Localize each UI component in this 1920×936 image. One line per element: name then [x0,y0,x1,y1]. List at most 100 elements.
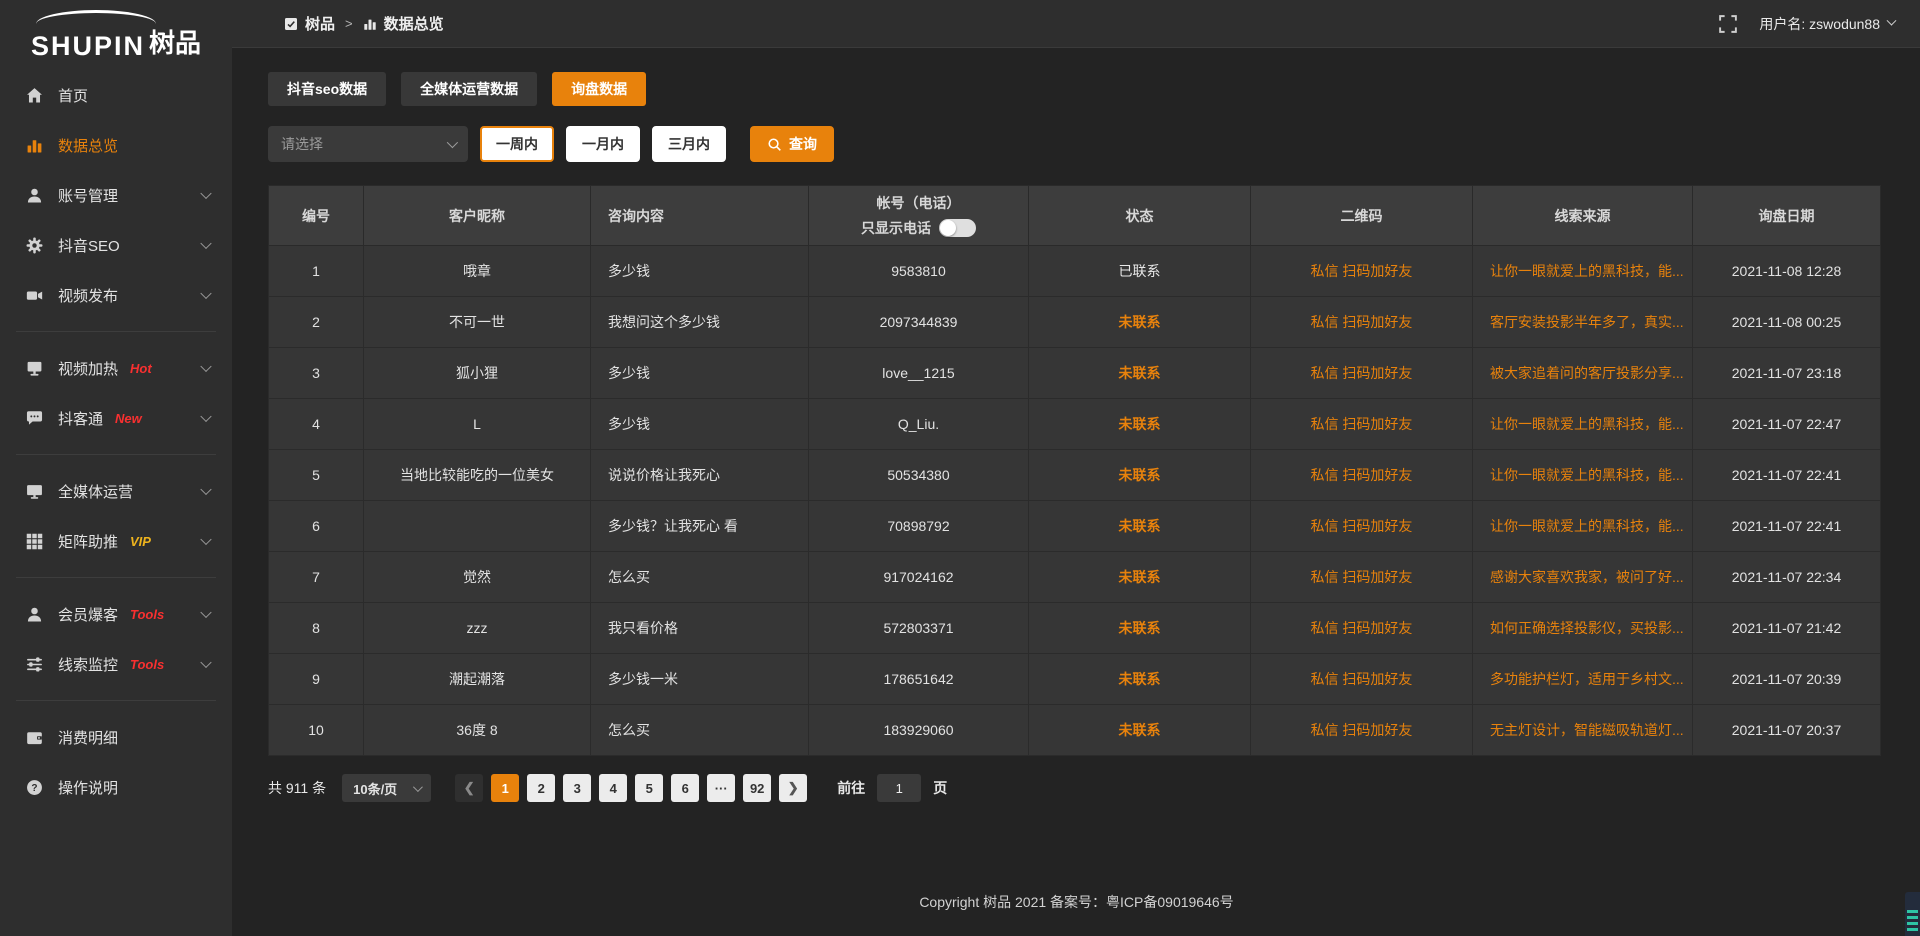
cell-qr-link[interactable]: 私信 扫码加好友 [1251,552,1473,603]
cell-source-link[interactable]: 客厅安装投影半年多了，真实... [1473,297,1693,348]
cell-nickname: 狐小狸 [364,348,591,399]
sidebar-item-label: 矩阵助推 [58,531,118,552]
topbar-right: 用户名: zswodun88 [1719,14,1895,34]
filter-select[interactable]: 请选择 [268,126,468,162]
sidebar-item-matrix-boost[interactable]: 矩阵助推 VIP [0,516,232,566]
cell-status: 未联系 [1029,348,1251,399]
cell-qr-link[interactable]: 私信 扫码加好友 [1251,654,1473,705]
sliders-icon [26,656,43,673]
tab-douyin-seo-data[interactable]: 抖音seo数据 [268,72,386,106]
next-page-button[interactable]: ❯ [779,774,807,802]
cell-qr-link[interactable]: 私信 扫码加好友 [1251,297,1473,348]
cell-source-link[interactable]: 感谢大家喜欢我家，被问了好... [1473,552,1693,603]
page-size-select[interactable]: 10条/页 [342,774,431,802]
sidebar-item-label: 首页 [58,85,88,106]
cell-qr-link[interactable]: 私信 扫码加好友 [1251,603,1473,654]
vip-badge: VIP [130,534,151,549]
sidebar-item-home[interactable]: 首页 [0,70,232,120]
date-range-button[interactable]: 三月内 [652,126,726,162]
user-menu[interactable]: 用户名: zswodun88 [1759,14,1895,34]
cell-content: 说说价格让我死心 [591,450,809,501]
sidebar-item-label: 抖音SEO [58,235,120,256]
table-row: 10 36度 8 怎么买 183929060 未联系 私信 扫码加好友 无主灯设… [269,705,1881,756]
page-button[interactable]: 6 [671,774,699,802]
logo-text-en: SHUPIN [31,33,145,60]
cell-date: 2021-11-07 23:18 [1693,348,1881,399]
sidebar-item-label: 账号管理 [58,185,118,206]
sidebar-item-douketong[interactable]: 抖客通 New [0,393,232,443]
prev-page-button[interactable]: ❮ [455,774,483,802]
cell-date: 2021-11-07 22:34 [1693,552,1881,603]
cell-source-link[interactable]: 如何正确选择投影仪，买投影... [1473,603,1693,654]
date-range-button[interactable]: 一月内 [566,126,640,162]
cell-qr-link[interactable]: 私信 扫码加好友 [1251,246,1473,297]
cell-status: 未联系 [1029,297,1251,348]
col-header-account-title: 帐号（电话） [809,193,1028,213]
cell-content: 怎么买 [591,705,809,756]
cell-source-link[interactable]: 让你一眼就爱上的黑科技，能... [1473,246,1693,297]
cell-source-link[interactable]: 多功能护栏灯，适用于乡村文... [1473,654,1693,705]
cell-qr-link[interactable]: 私信 扫码加好友 [1251,501,1473,552]
cell-no: 1 [269,246,364,297]
cell-nickname: 36度 8 [364,705,591,756]
cell-source-link[interactable]: 让你一眼就爱上的黑科技，能... [1473,450,1693,501]
table-row: 5 当地比较能吃的一位美女 说说价格让我死心 50534380 未联系 私信 扫… [269,450,1881,501]
chevron-down-icon [447,137,458,148]
grid-icon [26,533,43,550]
app-window: SHUPIN 树品 首页 数据总览 账号管理 抖音SEO 视频发布 [0,0,1920,936]
cell-no: 7 [269,552,364,603]
cell-qr-link[interactable]: 私信 扫码加好友 [1251,348,1473,399]
cell-account: 70898792 [809,501,1029,552]
page-button[interactable]: 1 [491,774,519,802]
phone-only-toggle[interactable] [939,219,976,237]
page-button[interactable]: 92 [743,774,771,802]
cell-no: 5 [269,450,364,501]
page-button[interactable]: 3 [563,774,591,802]
page-button[interactable]: 4 [599,774,627,802]
search-button[interactable]: 查询 [750,126,834,162]
page-button[interactable]: 5 [635,774,663,802]
fullscreen-icon[interactable] [1719,15,1737,33]
sidebar-item-douyin-seo[interactable]: 抖音SEO [0,220,232,270]
sidebar-item-video-publish[interactable]: 视频发布 [0,270,232,320]
sidebar-item-lead-monitor[interactable]: 线索监控 Tools [0,639,232,689]
sidebar-item-video-heat[interactable]: 视频加热 Hot [0,343,232,393]
breadcrumb-label: 数据总览 [384,13,444,34]
cell-qr-link[interactable]: 私信 扫码加好友 [1251,399,1473,450]
chevron-down-icon [200,411,211,422]
tab-inquiry-data[interactable]: 询盘数据 [552,72,646,106]
page-button[interactable]: 2 [527,774,555,802]
cell-source-link[interactable]: 无主灯设计，智能磁吸轨道灯... [1473,705,1693,756]
table-header-row: 编号 客户昵称 咨询内容 帐号（电话） 只显示电话 状态 二维码 线索来源 [269,186,1881,246]
sidebar-item-data-overview[interactable]: 数据总览 [0,120,232,170]
cell-source-link[interactable]: 让你一眼就爱上的黑科技，能... [1473,399,1693,450]
sidebar-item-instructions[interactable]: ? 操作说明 [0,762,232,812]
goto-page-input[interactable] [877,774,921,802]
svg-text:?: ? [31,783,37,794]
cell-status: 未联系 [1029,399,1251,450]
breadcrumb-current[interactable]: 数据总览 [363,13,444,34]
cell-source-link[interactable]: 被大家追着问的客厅投影分享... [1473,348,1693,399]
sidebar-item-member-burst[interactable]: 会员爆客 Tools [0,589,232,639]
cell-source-link[interactable]: 让你一眼就爱上的黑科技，能... [1473,501,1693,552]
date-range-button[interactable]: 一周内 [480,126,554,162]
breadcrumb-app[interactable]: 树品 [284,13,335,34]
sidebar-item-omnimedia-operation[interactable]: 全媒体运营 [0,466,232,516]
sidebar-item-label: 抖客通 [58,408,103,429]
sidebar-item-consumption-detail[interactable]: 消费明细 [0,712,232,762]
cell-qr-link[interactable]: 私信 扫码加好友 [1251,705,1473,756]
page-button[interactable]: ··· [707,774,735,802]
corner-floating-widget[interactable] [1905,892,1920,936]
table-row: 4 L 多少钱 Q_Liu. 未联系 私信 扫码加好友 让你一眼就爱上的黑科技，… [269,399,1881,450]
col-header-content: 咨询内容 [591,186,809,246]
cell-account: 9583810 [809,246,1029,297]
sidebar-item-account-management[interactable]: 账号管理 [0,170,232,220]
inquiry-table: 编号 客户昵称 咨询内容 帐号（电话） 只显示电话 状态 二维码 线索来源 [268,185,1881,756]
cell-qr-link[interactable]: 私信 扫码加好友 [1251,450,1473,501]
tab-omnimedia-data[interactable]: 全媒体运营数据 [401,72,537,106]
table-row: 1 哦章 多少钱 9583810 已联系 私信 扫码加好友 让你一眼就爱上的黑科… [269,246,1881,297]
goto-page: 前往 页 [837,774,947,802]
table-row: 3 狐小狸 多少钱 love__1215 未联系 私信 扫码加好友 被大家追着问… [269,348,1881,399]
page-unit-label: 页 [933,778,947,798]
chevron-down-icon [200,238,211,249]
